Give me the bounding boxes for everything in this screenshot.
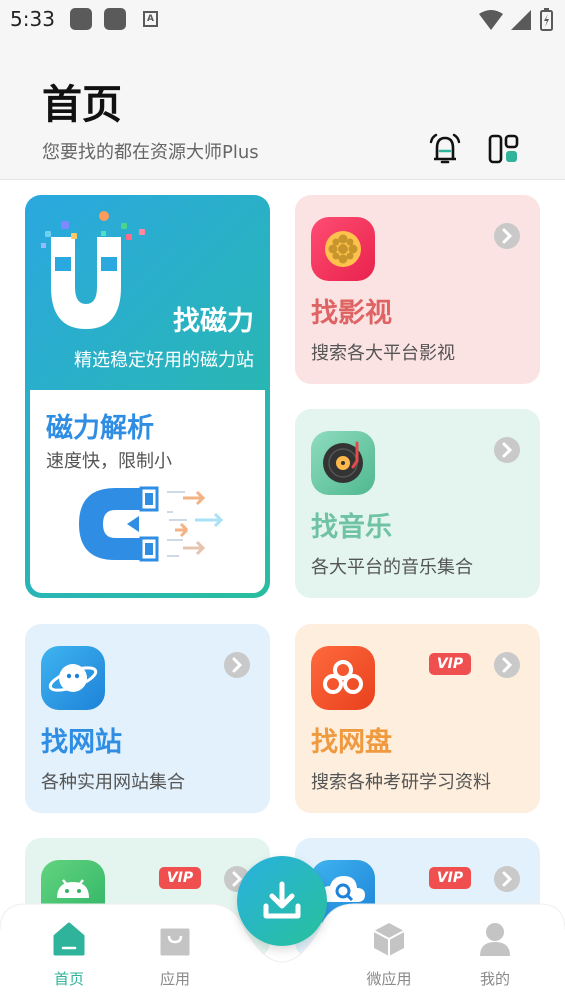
vip-badge: VIP bbox=[159, 867, 201, 889]
vinyl-record-icon bbox=[311, 431, 375, 495]
system-status-icons bbox=[479, 8, 553, 31]
netdisk-desc: 搜索各种考研学习资料 bbox=[311, 772, 491, 793]
nav-home-label: 首页 bbox=[53, 970, 84, 988]
magnet-analysis-desc: 速度快，限制小 bbox=[46, 451, 172, 472]
magnet-icon bbox=[41, 211, 145, 329]
magnet-analysis[interactable]: 磁力解析 速度快，限制小 bbox=[30, 390, 265, 593]
nav-apps-label: 应用 bbox=[159, 970, 190, 988]
page-subtitle: 您要找的都在资源大师Plus bbox=[42, 142, 259, 163]
download-button[interactable] bbox=[237, 856, 327, 946]
planet-icon bbox=[41, 646, 105, 710]
wifi-icon bbox=[479, 10, 503, 30]
a-icon: A bbox=[143, 11, 158, 27]
bell-icon[interactable] bbox=[428, 132, 462, 166]
website-title: 找网站 bbox=[41, 727, 122, 758]
vip-badge: VIP bbox=[429, 653, 471, 675]
user-icon bbox=[480, 923, 510, 956]
music-card[interactable]: 找音乐 各大平台的音乐集合 bbox=[295, 409, 540, 598]
netdisk-title: 找网盘 bbox=[311, 727, 392, 758]
nav-mine-label: 我的 bbox=[479, 970, 510, 988]
film-reel-icon bbox=[311, 217, 375, 281]
header: 首页 您要找的都在资源大师Plus bbox=[0, 40, 565, 180]
nav-apps[interactable]: 应用 bbox=[140, 920, 210, 1000]
magnet-card[interactable]: 找磁力 精选稳定好用的磁力站 磁力解析 速度快，限制小 bbox=[25, 195, 270, 598]
cloud-drive-icon bbox=[311, 646, 375, 710]
music-title: 找音乐 bbox=[311, 512, 392, 543]
movie-desc: 搜索各大平台影视 bbox=[311, 343, 455, 364]
music-desc: 各大平台的音乐集合 bbox=[311, 557, 473, 578]
layout-icon[interactable] bbox=[488, 133, 520, 165]
status-time: 5:33 bbox=[10, 7, 55, 31]
movie-title: 找影视 bbox=[311, 298, 392, 329]
netdisk-card[interactable]: VIP 找网盘 搜索各种考研学习资料 bbox=[295, 624, 540, 813]
movie-card[interactable]: 找影视 搜索各大平台影视 bbox=[295, 195, 540, 384]
website-desc: 各种实用网站集合 bbox=[41, 772, 185, 793]
chevron-right-icon[interactable] bbox=[494, 652, 520, 678]
notification-icon bbox=[70, 8, 92, 30]
website-card[interactable]: 找网站 各种实用网站集合 bbox=[25, 624, 270, 813]
magnet-analysis-icon bbox=[79, 486, 224, 562]
cube-icon bbox=[373, 923, 405, 956]
magnet-title: 找磁力 bbox=[173, 306, 254, 337]
magnet-card-top[interactable]: 找磁力 精选稳定好用的磁力站 bbox=[25, 195, 270, 390]
chevron-right-icon[interactable] bbox=[224, 652, 250, 678]
chevron-right-icon[interactable] bbox=[494, 437, 520, 463]
notification-icon bbox=[104, 8, 126, 30]
download-icon bbox=[263, 881, 301, 919]
magnet-desc: 精选稳定好用的磁力站 bbox=[74, 350, 254, 371]
home-icon bbox=[53, 922, 85, 956]
status-bar: 5:33 A bbox=[0, 0, 565, 40]
shopping-bag-icon bbox=[160, 928, 190, 956]
magnet-analysis-title: 磁力解析 bbox=[46, 413, 154, 444]
chevron-right-icon[interactable] bbox=[494, 223, 520, 249]
page-title: 首页 bbox=[42, 82, 122, 128]
nav-mine[interactable]: 我的 bbox=[460, 920, 530, 1000]
nav-micro-apps-label: 微应用 bbox=[366, 970, 412, 988]
nav-home[interactable]: 首页 bbox=[34, 920, 104, 1000]
chevron-right-icon[interactable] bbox=[494, 866, 520, 892]
nav-micro-apps[interactable]: 微应用 bbox=[354, 920, 424, 1000]
signal-icon bbox=[511, 10, 531, 30]
vip-badge: VIP bbox=[429, 867, 471, 889]
